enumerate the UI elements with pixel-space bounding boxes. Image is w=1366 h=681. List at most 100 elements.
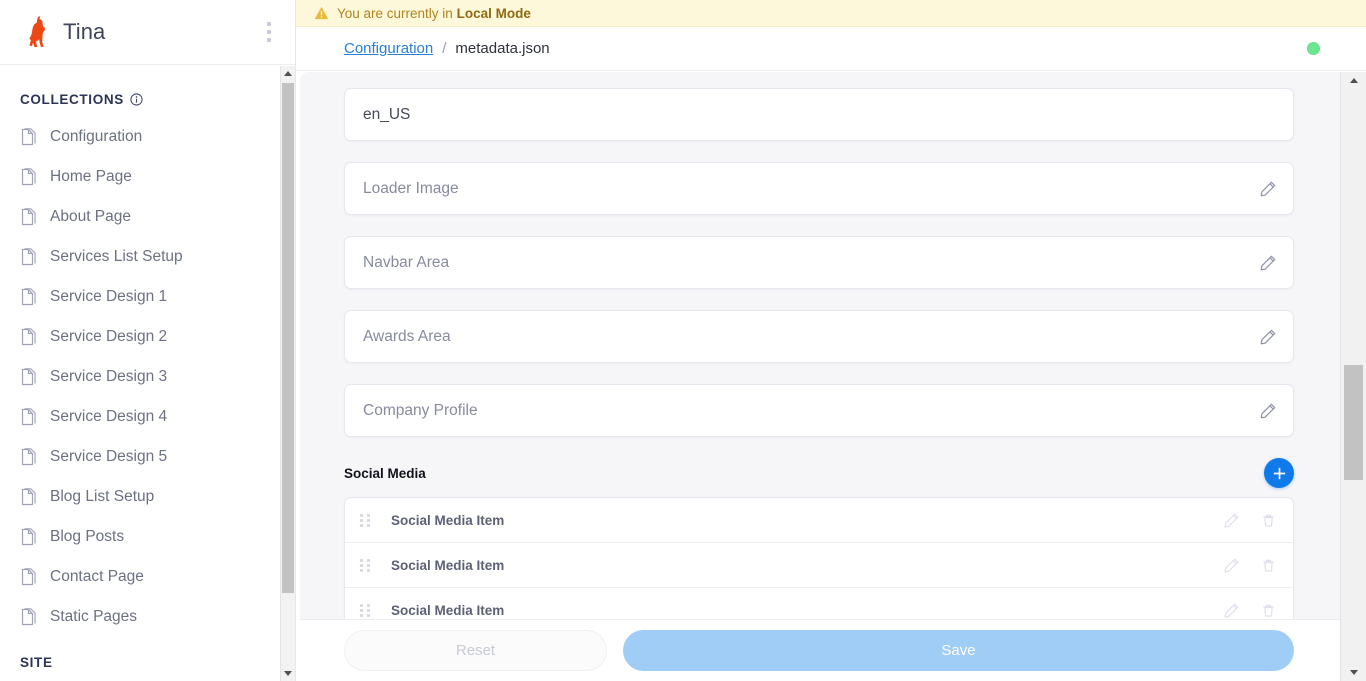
list-item-label: Social Media Item <box>391 512 505 528</box>
sidebar-scroll-up-arrow[interactable] <box>281 66 295 81</box>
main-scrollbar[interactable] <box>1340 72 1366 681</box>
edit-item-button[interactable] <box>1223 512 1240 529</box>
sidebar-scroll-area: COLLECTIONS Configuration Home Page About … <box>0 66 295 681</box>
tina-cms-window: Tina COLLECTIONS Configuration Home Page A… <box>0 0 1366 681</box>
main-scroll-up-arrow[interactable] <box>1341 72 1366 89</box>
drag-handle-icon[interactable] <box>357 603 373 619</box>
delete-item-button[interactable] <box>1260 557 1277 574</box>
sidebar-item-service-design-5[interactable]: Service Design 5 <box>0 437 295 477</box>
sidebar-item-about-page[interactable]: About Page <box>0 197 295 237</box>
warning-triangle-icon <box>314 6 329 20</box>
sidebar-scrollbar[interactable] <box>280 66 295 681</box>
sidebar-item-service-design-1[interactable]: Service Design 1 <box>0 277 295 317</box>
list-item[interactable]: Social Media Item <box>345 498 1293 543</box>
list-item-label: Social Media Item <box>391 603 505 618</box>
breadcrumb: Configuration / metadata.json <box>296 27 1366 71</box>
sidebar-item-home-page[interactable]: Home Page <box>0 157 295 197</box>
sidebar-item-label: Contact Page <box>50 568 144 585</box>
local-mode-banner: You are currently in Local Mode <box>296 0 1366 27</box>
edit-item-button[interactable] <box>1223 602 1240 619</box>
document-icon <box>21 167 36 185</box>
loader-image-group[interactable]: Loader Image <box>344 162 1294 215</box>
list-item-actions <box>1223 557 1277 574</box>
field-text: Loader Image <box>363 179 459 197</box>
breadcrumb-current: metadata.json <box>455 40 550 57</box>
form-fields: en_US Loader Image Navbar Area Awards Area C… <box>344 88 1294 437</box>
info-circle-icon[interactable] <box>130 93 143 106</box>
add-social-media-item-button[interactable] <box>1264 458 1294 488</box>
sidebar-item-service-design-3[interactable]: Service Design 3 <box>0 357 295 397</box>
brand[interactable]: Tina <box>20 15 257 49</box>
pencil-icon[interactable] <box>1259 402 1277 420</box>
edit-group-button[interactable] <box>1259 328 1277 346</box>
document-icon <box>21 447 36 465</box>
breadcrumb-parent-link[interactable]: Configuration <box>344 40 433 57</box>
sidebar-item-blog-posts[interactable]: Blog Posts <box>0 517 295 557</box>
delete-item-button[interactable] <box>1260 512 1277 529</box>
locale-field[interactable]: en_US <box>344 88 1294 141</box>
sidebar-scrollbar-thumb[interactable] <box>282 83 294 593</box>
pencil-icon[interactable] <box>1259 254 1277 272</box>
social-media-group-title: Social Media <box>344 465 426 481</box>
list-item[interactable]: Social Media Item <box>345 588 1293 619</box>
document-icon <box>21 607 36 625</box>
sidebar-item-label: About Page <box>50 208 132 225</box>
main-scrollbar-thumb[interactable] <box>1344 365 1363 480</box>
sidebar-scroll-down-arrow[interactable] <box>281 666 295 681</box>
drag-handle-icon[interactable] <box>357 557 373 573</box>
trash-icon[interactable] <box>1260 602 1277 619</box>
save-button[interactable]: Save <box>623 630 1294 671</box>
sidebar-item-label: Service Design 5 <box>50 448 168 465</box>
breadcrumb-separator: / <box>442 40 447 57</box>
pencil-icon[interactable] <box>1223 512 1240 529</box>
list-item[interactable]: Social Media Item <box>345 543 1293 588</box>
trash-icon[interactable] <box>1260 512 1277 529</box>
sidebar-item-label: Static Pages <box>50 608 138 625</box>
edit-group-button[interactable] <box>1259 254 1277 272</box>
edit-group-button[interactable] <box>1259 180 1277 198</box>
edit-item-button[interactable] <box>1223 557 1240 574</box>
company-profile-group[interactable]: Company Profile <box>344 384 1294 437</box>
document-icon <box>21 567 36 585</box>
site-section-title: SITE <box>0 655 295 670</box>
trash-icon[interactable] <box>1260 557 1277 574</box>
navbar-area-group[interactable]: Navbar Area <box>344 236 1294 289</box>
field-text: Awards Area <box>363 327 451 345</box>
sidebar-item-services-list-setup[interactable]: Services List Setup <box>0 237 295 277</box>
sidebar-item-service-design-2[interactable]: Service Design 2 <box>0 317 295 357</box>
sidebar-item-service-design-4[interactable]: Service Design 4 <box>0 397 295 437</box>
kebab-menu-icon[interactable] <box>257 17 281 47</box>
sidebar-item-label: Service Design 1 <box>50 288 168 305</box>
main-scroll-down-arrow[interactable] <box>1341 664 1366 681</box>
main-area: You are currently in Local Mode Configur… <box>296 0 1366 681</box>
reset-button[interactable]: Reset <box>344 630 607 671</box>
awards-area-group[interactable]: Awards Area <box>344 310 1294 363</box>
document-icon <box>21 207 36 225</box>
sidebar-item-blog-list-setup[interactable]: Blog List Setup <box>0 477 295 517</box>
document-icon <box>21 407 36 425</box>
document-icon <box>21 247 36 265</box>
pencil-icon[interactable] <box>1259 328 1277 346</box>
collections-label: COLLECTIONS <box>20 92 124 107</box>
drag-handle-icon[interactable] <box>357 512 373 528</box>
sidebar-header: Tina <box>0 0 295 65</box>
delete-item-button[interactable] <box>1260 602 1277 619</box>
pencil-icon[interactable] <box>1223 557 1240 574</box>
sidebar-item-configuration[interactable]: Configuration <box>0 117 295 157</box>
pencil-icon[interactable] <box>1259 180 1277 198</box>
site-label: SITE <box>20 655 53 670</box>
green-status-dot[interactable] <box>1307 42 1320 55</box>
pencil-icon[interactable] <box>1223 602 1240 619</box>
collections-list: Configuration Home Page About Page Services… <box>0 117 295 637</box>
edit-group-button[interactable] <box>1259 402 1277 420</box>
sidebar-nav: COLLECTIONS Configuration Home Page About … <box>0 66 295 670</box>
sidebar-item-label: Blog List Setup <box>50 488 155 505</box>
list-item-label: Social Media Item <box>391 557 505 573</box>
sidebar-item-contact-page[interactable]: Contact Page <box>0 557 295 597</box>
field-text: Company Profile <box>363 401 478 419</box>
list-item-actions <box>1223 512 1277 529</box>
form-scroll-area: en_US Loader Image Navbar Area Awards Area C… <box>300 72 1340 619</box>
plus-icon <box>1273 467 1285 479</box>
sidebar-item-static-pages[interactable]: Static Pages <box>0 597 295 637</box>
social-media-list: Social Media Item Social Media Item Social… <box>344 497 1294 619</box>
